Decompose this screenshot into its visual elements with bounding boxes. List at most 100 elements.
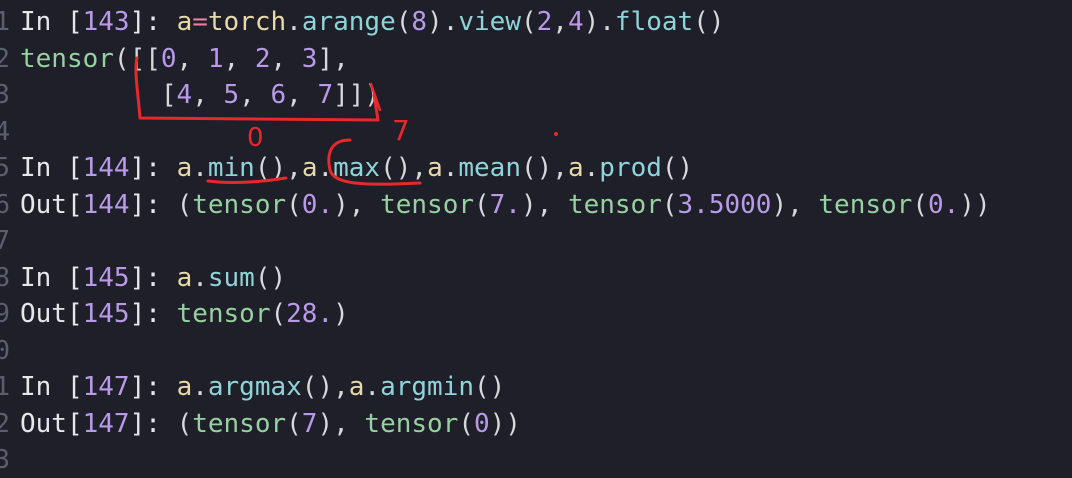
code-token: , — [552, 7, 568, 37]
code-token: 3 — [301, 43, 318, 74]
code-token: 145 — [82, 262, 130, 293]
code-token: . — [442, 153, 459, 183]
code-token: ), — [333, 189, 381, 220]
code-token: . — [192, 153, 208, 183]
code-token: a — [301, 153, 318, 183]
code-token: () — [693, 7, 725, 37]
code-token: ( — [458, 408, 474, 439]
code-token: ( — [270, 299, 287, 329]
line-number: 2 — [0, 43, 10, 74]
code-token: () — [661, 153, 694, 183]
code-text[interactable]: Out[145]: tensor(28.) — [20, 296, 349, 332]
code-token: 0. — [927, 189, 960, 220]
line-number: 6 — [0, 189, 10, 220]
code-token: ( — [176, 189, 193, 220]
code-token: argmin — [380, 372, 474, 402]
code-token: ]: — [129, 189, 177, 220]
code-token: tensor — [818, 189, 913, 220]
line-number: 5 — [0, 153, 10, 183]
code-text[interactable]: In [147]: a.argmax(),a.argmin() — [20, 369, 505, 405]
code-token: sum — [207, 262, 255, 293]
code-token: 147 — [82, 372, 130, 402]
code-line: 5 In [144]: a.min(),a.max(),a.mean(),a.pr… — [0, 150, 1072, 186]
code-token: a — [567, 153, 584, 183]
code-token: . — [583, 153, 600, 183]
code-text[interactable]: Out[144]: (tensor(0.), tensor(7.), tenso… — [20, 187, 991, 223]
code-token: ( — [286, 189, 302, 220]
line-number: 4 — [0, 116, 10, 147]
code-token: )) — [959, 189, 991, 220]
code-token: a — [176, 262, 193, 293]
code-token: ], — [317, 43, 349, 74]
code-token: ( — [474, 189, 490, 220]
code-token: = — [192, 7, 208, 37]
code-token: ( — [395, 7, 412, 37]
code-token: 147 — [82, 408, 130, 439]
code-token: () — [254, 262, 287, 293]
code-token: tensor — [364, 408, 459, 439]
code-token: a — [176, 372, 193, 402]
code-token: 2 — [536, 7, 553, 37]
code-token: ), — [520, 189, 568, 220]
code-token: ( — [912, 189, 928, 220]
code-line: 2 tensor([[0, 1, 2, 3], — [0, 41, 1072, 77]
code-text[interactable]: Out[147]: (tensor(7), tensor(0)) — [20, 406, 521, 442]
code-token: a — [176, 7, 193, 37]
code-token: (), — [521, 153, 568, 183]
code-token: ( — [661, 189, 678, 220]
code-token: 0. — [301, 189, 334, 220]
code-token: 4 — [176, 80, 193, 110]
code-token: ]: — [129, 372, 177, 402]
code-token: a — [348, 372, 365, 402]
code-token: 144 — [82, 189, 130, 220]
line-number: 0 — [0, 335, 10, 366]
code-token: (), — [380, 153, 428, 183]
code-text[interactable]: [4, 5, 6, 7]]) — [20, 77, 380, 113]
code-token: 1 — [207, 43, 224, 74]
code-line: 1 In [147]: a.argmax(),a.argmin() — [0, 369, 1072, 405]
code-token: arange — [301, 7, 396, 37]
code-token: 7 — [317, 80, 334, 110]
code-text[interactable]: In [143]: a=torch.arange(8).view(2,4).fl… — [20, 4, 725, 40]
code-token: , — [270, 43, 302, 74]
code-token: Out[ — [20, 189, 83, 220]
code-line: 8 In [145]: a.sum() — [0, 260, 1072, 296]
code-line: 3 — [0, 442, 1072, 478]
code-token: , — [239, 80, 271, 110]
code-token: 7. — [489, 189, 521, 220]
code-token: , — [192, 80, 224, 110]
code-token: . — [192, 372, 208, 402]
code-text[interactable]: In [144]: a.min(),a.max(),a.mean(),a.pro… — [20, 150, 693, 186]
code-token: mean — [458, 153, 521, 183]
code-token: ) — [333, 299, 349, 329]
line-number: 7 — [0, 226, 10, 256]
code-token: tensor — [192, 408, 287, 439]
code-token: 6 — [270, 80, 287, 110]
code-token: prod — [599, 153, 662, 183]
code-line: 1 In [143]: a=torch.arange(8).view(2,4).f… — [0, 4, 1072, 40]
line-number: 3 — [0, 445, 10, 475]
code-token: ]: — [129, 7, 177, 37]
code-token: 2 — [254, 43, 271, 74]
code-token: ]: — [129, 262, 177, 293]
code-token: In [ — [20, 7, 83, 37]
code-token: . — [317, 153, 334, 183]
code-token: 0 — [474, 408, 490, 439]
code-token: 145 — [82, 299, 130, 329]
line-number: 1 — [0, 372, 10, 402]
code-token: 28. — [286, 299, 334, 329]
code-token: torch — [207, 7, 287, 37]
code-token: ( — [520, 7, 537, 37]
code-token: , — [176, 43, 208, 74]
code-text[interactable]: In [145]: a.sum() — [20, 260, 286, 296]
code-token: . — [192, 262, 208, 293]
code-token: view — [458, 7, 521, 37]
code-token: )) — [489, 408, 521, 439]
code-token: ]: — [129, 408, 177, 439]
code-text[interactable]: tensor([[0, 1, 2, 3], — [20, 41, 349, 77]
code-token: In [ — [20, 372, 83, 402]
code-token: , — [286, 80, 318, 110]
code-line: 9 Out[145]: tensor(28.) — [0, 296, 1072, 332]
code-token: () — [474, 372, 506, 402]
code-token: 143 — [82, 7, 130, 37]
